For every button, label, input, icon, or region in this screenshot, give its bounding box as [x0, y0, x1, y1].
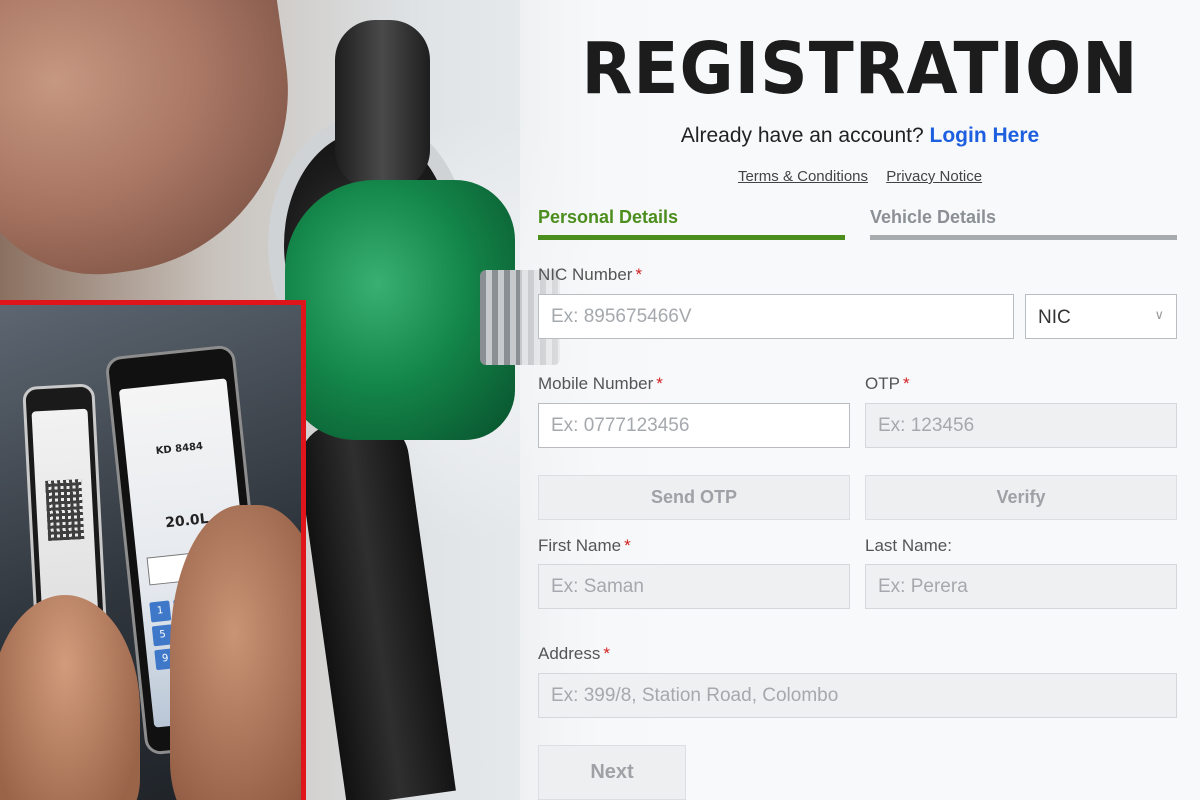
verify-button[interactable]: Verify [865, 475, 1177, 520]
page-title: REGISTRATION [581, 26, 1139, 111]
qr-code-icon [45, 479, 85, 541]
last-name-input[interactable] [865, 564, 1177, 609]
next-button[interactable]: Next [538, 745, 686, 800]
phone-key: 1 [149, 600, 172, 623]
nic-input[interactable] [538, 294, 1014, 339]
otp-label-text: OTP [865, 374, 900, 393]
fuel-hose [294, 414, 456, 800]
required-marker: * [603, 644, 610, 663]
privacy-link[interactable]: Privacy Notice [886, 168, 982, 185]
first-name-input[interactable] [538, 564, 850, 609]
required-marker: * [624, 536, 631, 555]
id-type-select[interactable]: NIC ∨ [1025, 294, 1177, 339]
terms-link[interactable]: Terms & Conditions [738, 168, 868, 185]
last-name-label: Last Name: [865, 536, 952, 555]
legal-links: Terms & Conditions Privacy Notice [540, 168, 1180, 185]
mobile-label-text: Mobile Number [538, 374, 654, 393]
nic-label-text: NIC Number [538, 265, 633, 284]
inset-photo: KD 8484 20.0L 20 L 1234567890Delete [0, 300, 306, 800]
required-marker: * [635, 265, 643, 284]
tab-vehicle-details[interactable]: Vehicle Details [870, 207, 996, 228]
login-prompt-text: Already have an account? [680, 124, 924, 147]
otp-label: OTP * [865, 374, 910, 394]
id-type-value: NIC [1038, 307, 1071, 328]
phone-plate-number: KD 8484 [155, 441, 204, 458]
login-prompt: Already have an account? Login Here [540, 124, 1180, 148]
required-marker: * [656, 374, 663, 393]
first-name-label: First Name * [538, 536, 631, 556]
chevron-down-icon: ∨ [1154, 307, 1164, 322]
arm-image [0, 0, 312, 292]
fuel-cap [335, 20, 430, 190]
mobile-input[interactable] [538, 403, 850, 448]
tab-personal-details[interactable]: Personal Details [538, 207, 678, 228]
mobile-label: Mobile Number * [538, 374, 663, 394]
address-input[interactable] [538, 673, 1177, 718]
otp-input[interactable] [865, 403, 1177, 448]
address-label-text: Address [538, 644, 601, 663]
required-marker: * [902, 374, 910, 393]
address-label: Address * [538, 644, 610, 664]
nic-label: NIC Number * [538, 265, 642, 285]
right-hand [170, 505, 301, 800]
tab-indicator-personal [538, 235, 845, 240]
send-otp-button[interactable]: Send OTP [538, 475, 850, 520]
left-hand [0, 595, 140, 800]
first-name-label-text: First Name [538, 536, 622, 555]
login-link[interactable]: Login Here [930, 124, 1040, 147]
tab-indicator-vehicle [870, 235, 1177, 240]
